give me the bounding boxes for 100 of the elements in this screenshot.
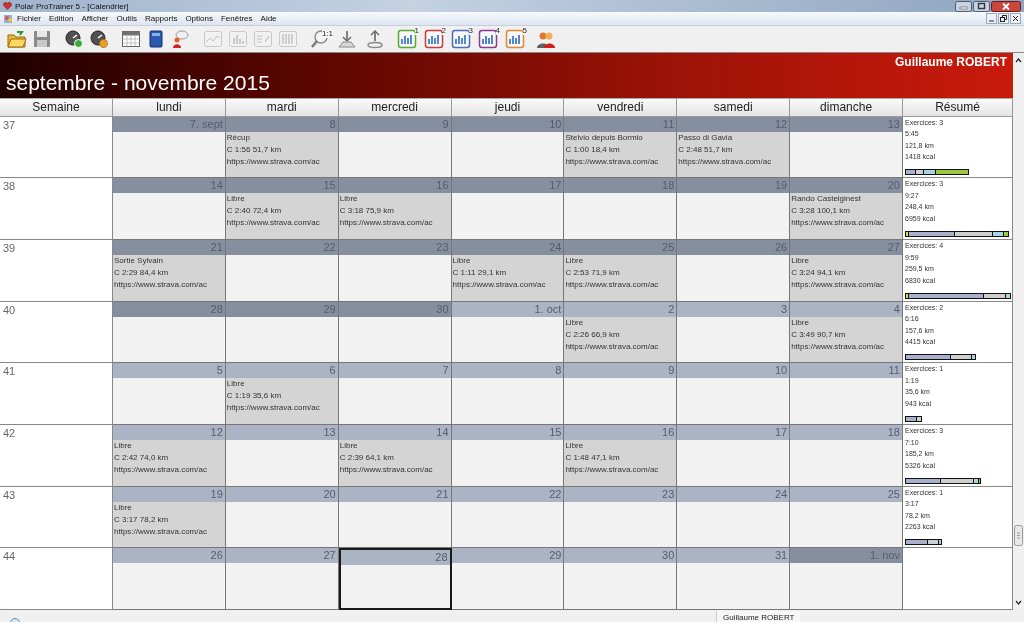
- menu-item[interactable]: Afficher: [77, 14, 113, 23]
- report-button[interactable]: 4: [477, 28, 498, 50]
- column-header[interactable]: mardi: [225, 98, 339, 117]
- day-header: 15: [451, 425, 564, 441]
- folder-icon[interactable]: [7, 29, 27, 49]
- activity-entry[interactable]: Libre C 2:26 66,9 km https://www.strava.com/ac: [564, 316, 677, 363]
- status-user: Guillaume ROBERT: [716, 611, 801, 622]
- close-icon[interactable]: [1010, 13, 1021, 24]
- day-cell[interactable]: 4 Libre C 3:49 90,7 km https://www.strava.com/ac: [790, 301, 903, 364]
- column-header[interactable]: samedi: [677, 98, 791, 117]
- activity-entry[interactable]: Passo di Gavia C 2:48 51,7 km https://www.strava.com/ac: [677, 131, 790, 178]
- activity-stats: C 2:26 66,9 km: [565, 328, 621, 341]
- activity-entry[interactable]: Libre C 1:19 35,6 km https://www.strava.com/ac: [225, 378, 338, 425]
- activity-stats: C 3:18 75,9 km: [339, 205, 395, 218]
- activity-stats: C 1:11 29,1 km: [452, 267, 508, 280]
- activity-entry[interactable]: Rando Castelginest C 3:28 100,1 km https://www.strava.com/ac: [790, 193, 902, 240]
- activity-title: Libre: [339, 193, 359, 206]
- activity-url: https://www.strava.com/ac: [565, 464, 660, 477]
- activity-entry[interactable]: Libre C 3:49 90,7 km https://www.strava.com/ac: [790, 316, 902, 363]
- column-header[interactable]: dimanche: [790, 98, 903, 117]
- activity-url: https://www.strava.com/ac: [226, 217, 321, 230]
- activity-entry[interactable]: Libre C 3:24 94,1 km https://www.strava.com/ac: [790, 255, 902, 301]
- activity-entry[interactable]: Libre C 2:53 71,9 km https://www.strava.com/ac: [564, 255, 677, 301]
- close-icon[interactable]: [991, 0, 1021, 12]
- column-header[interactable]: vendredi: [564, 98, 678, 117]
- menu-item[interactable]: Options: [181, 14, 217, 23]
- activity-url: https://www.strava.com/ac: [565, 279, 660, 292]
- day-header: 30: [564, 548, 677, 564]
- week-number: 39: [0, 240, 113, 302]
- activity-entry[interactable]: Sortie Sylvain C 2:29 84,4 km https://www.strava.com/ac: [113, 255, 225, 301]
- activity-stats: C 1:48 47,1 km: [565, 452, 621, 465]
- person-icon[interactable]: [171, 29, 191, 49]
- report-button[interactable]: 5: [504, 28, 525, 50]
- activity-url: https://www.strava.com/ac: [339, 464, 434, 477]
- gauge-icon[interactable]: [89, 29, 109, 49]
- activity-title: Libre: [226, 378, 246, 391]
- activity-entry[interactable]: Libre C 2:39 64,1 km https://www.strava.com/ac: [338, 440, 451, 486]
- report-button[interactable]: 1: [396, 28, 417, 50]
- column-header[interactable]: Semaine: [0, 98, 113, 117]
- activity-entry[interactable]: Récup C 1:56 51,7 km https://www.strava.com/ac: [225, 131, 338, 178]
- zone-bar-drawing: [905, 354, 976, 361]
- day-cell[interactable]: 14 Libre C 2:39 64,1 km https://www.strava.com/ac: [338, 425, 452, 487]
- activity-url: https://www.strava.com/ac: [678, 155, 773, 168]
- activity-url: https://www.strava.com/ac: [565, 155, 660, 168]
- menu-item[interactable]: Edition: [45, 14, 78, 23]
- minimize-icon[interactable]: [955, 0, 972, 12]
- gauge-icon[interactable]: [64, 29, 84, 49]
- activity-url: https://www.strava.com/ac: [114, 464, 208, 477]
- activity-stats: C 3:49 90,7 km: [791, 328, 847, 341]
- day-header: 14: [338, 425, 451, 441]
- day-header: 7: [338, 363, 451, 379]
- activity-stats: C 3:24 94,1 km: [791, 267, 847, 280]
- column-header[interactable]: Résumé: [903, 98, 1013, 117]
- day-cell[interactable]: 16 Libre C 1:48 47,1 km https://www.strava.com/ac: [564, 425, 678, 487]
- day-cell[interactable]: 19 Libre C 3:17 78,2 km https://www.strava.com/ac: [113, 486, 226, 549]
- download-icon[interactable]: [337, 29, 357, 49]
- day-header: 16: [564, 425, 677, 441]
- activity-url: https://www.strava.com/ac: [565, 340, 660, 353]
- menu-item[interactable]: Fichier: [13, 14, 45, 23]
- activity-stats: C 2:29 84,4 km: [114, 267, 170, 280]
- day-header: 11: [790, 363, 902, 379]
- activity-entry[interactable]: Stelvio depuis Bormio C 1:00 18,4 km https://www.strava.com/ac: [564, 131, 677, 178]
- activity-title: Récup: [226, 131, 251, 144]
- activity-entry[interactable]: Libre C 2:42 74,0 km https://www.strava.com/ac: [113, 440, 225, 486]
- floppy-icon[interactable]: [32, 29, 52, 49]
- activity-title: Libre: [452, 255, 472, 268]
- report-button[interactable]: 3: [450, 28, 471, 50]
- day-header: 29: [451, 548, 564, 564]
- user-name: Guillaume ROBERT: [895, 55, 1007, 69]
- day-cell[interactable]: 2 Libre C 2:26 66,9 km https://www.strava.com/ac: [564, 301, 678, 364]
- upload-icon[interactable]: [365, 29, 385, 49]
- activity-entry[interactable]: Libre C 3:18 75,9 km https://www.strava.com/ac: [338, 193, 451, 240]
- day-cell[interactable]: 6 Libre C 1:19 35,6 km https://www.strava.com/ac: [225, 363, 339, 426]
- activity-stats: C 2:39 64,1 km: [339, 452, 395, 465]
- book-icon[interactable]: [146, 29, 166, 49]
- restore-icon[interactable]: [998, 13, 1009, 24]
- window-title: Polar ProTrainer 5 - [Calendrier]: [15, 1, 130, 11]
- maximize-icon[interactable]: [973, 0, 990, 12]
- menu-item[interactable]: Rapports: [140, 14, 182, 23]
- activity-entry[interactable]: Libre C 2:40 72,4 km https://www.strava.com/ac: [225, 193, 338, 240]
- column-header[interactable]: mercredi: [338, 98, 452, 117]
- day-header: 28: [340, 550, 450, 566]
- activity-entry[interactable]: Libre C 1:11 29,1 km https://www.strava.com/ac: [451, 255, 564, 301]
- column-header[interactable]: jeudi: [451, 98, 565, 117]
- week-number: 38: [0, 178, 113, 241]
- bar-chart-icon: [504, 29, 525, 49]
- calendar-icon[interactable]: [121, 29, 141, 49]
- heart-icon: [3, 2, 12, 10]
- menu-item[interactable]: Aide: [256, 14, 281, 23]
- activity-title: Libre: [339, 440, 359, 453]
- week-number: 41: [0, 363, 113, 426]
- menu-item[interactable]: Fenêtres: [216, 14, 257, 23]
- activity-entry[interactable]: Libre C 1:48 47,1 km https://www.strava.com/ac: [564, 440, 677, 486]
- menu-item[interactable]: Outils: [112, 14, 141, 23]
- column-header[interactable]: lundi: [113, 98, 226, 117]
- report-button[interactable]: 2: [423, 28, 444, 50]
- activity-entry[interactable]: Libre C 3:17 78,2 km https://www.strava.com/ac: [113, 501, 225, 548]
- activity-url: https://www.strava.com/ac: [791, 340, 886, 353]
- day-cell[interactable]: 12 Libre C 2:42 74,0 km https://www.strava.com/ac: [113, 425, 226, 487]
- day-header: 26: [113, 548, 225, 564]
